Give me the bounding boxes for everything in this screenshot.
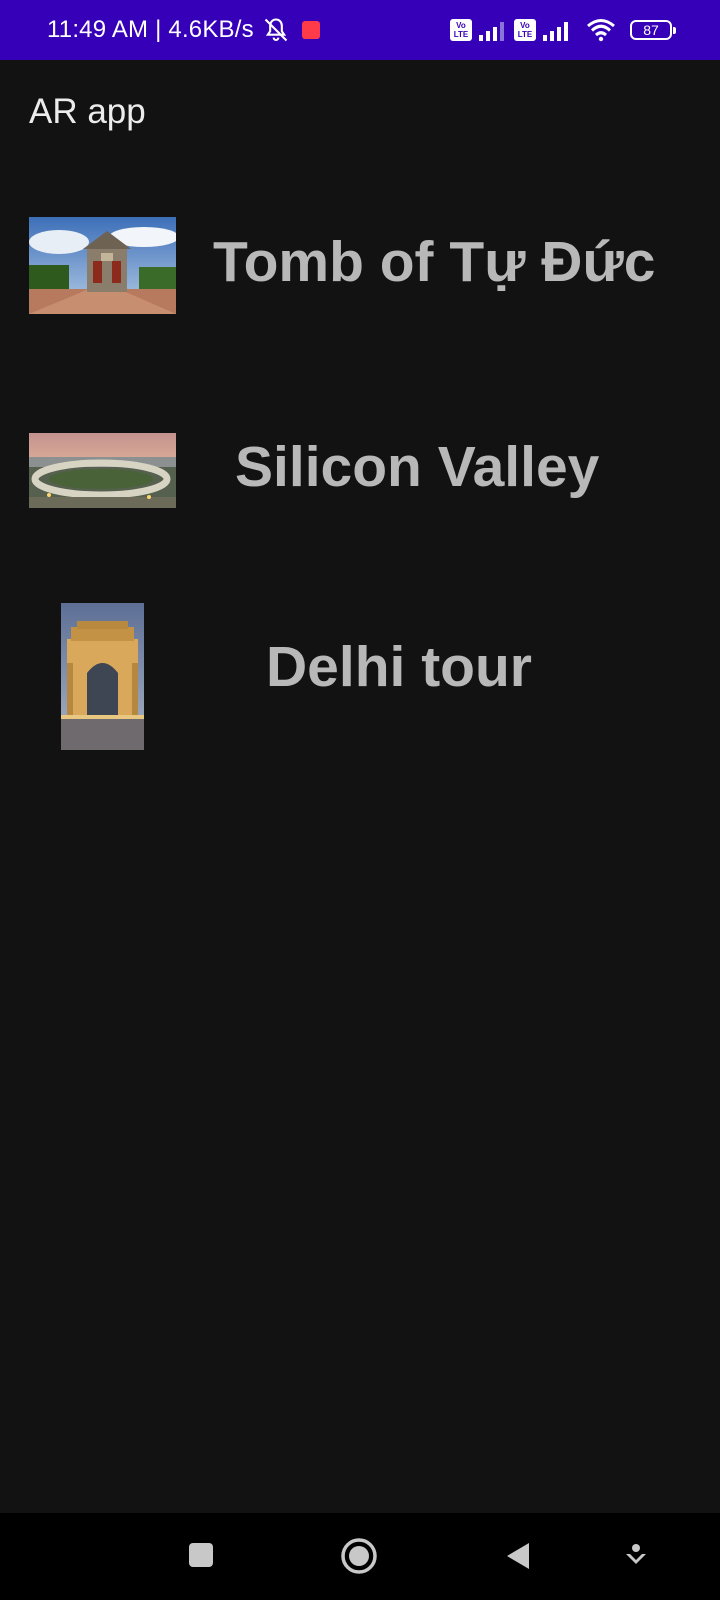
navigation-bar bbox=[0, 1513, 720, 1600]
india-gate-thumbnail bbox=[61, 603, 144, 750]
time-and-speed: 11:49 AM | 4.6KB/s bbox=[47, 16, 254, 43]
status-right: Vo LTE Vo LTE 87 bbox=[450, 0, 676, 60]
list-item[interactable]: Delhi tour bbox=[0, 590, 720, 750]
battery-level: 87 bbox=[643, 22, 659, 38]
volte-lte: LTE bbox=[453, 30, 469, 39]
silicon-valley-thumbnail bbox=[29, 433, 176, 508]
volte-icon: Vo LTE bbox=[450, 19, 472, 41]
app-title: AR app bbox=[29, 92, 146, 131]
status-bar: 11:49 AM | 4.6KB/s Vo LTE Vo LTE 87 bbox=[0, 0, 720, 60]
volte-vo: Vo bbox=[456, 21, 466, 30]
bell-off-icon bbox=[264, 18, 288, 42]
assistant-icon[interactable] bbox=[624, 1542, 648, 1570]
battery-icon: 87 bbox=[630, 20, 676, 40]
home-circle-icon[interactable] bbox=[340, 1537, 378, 1575]
list-item[interactable]: Tomb of Tự Đức bbox=[0, 205, 720, 325]
item-label: Tomb of Tự Đức bbox=[213, 230, 656, 294]
item-label: Silicon Valley bbox=[235, 435, 600, 499]
volte-icon: Vo LTE bbox=[514, 19, 536, 41]
list-item[interactable]: Silicon Valley bbox=[0, 420, 720, 520]
item-label: Delhi tour bbox=[266, 635, 532, 699]
notification-badge-icon bbox=[301, 21, 320, 39]
back-triangle-icon[interactable] bbox=[505, 1541, 531, 1571]
volte-vo: Vo bbox=[520, 21, 530, 30]
volte-lte: LTE bbox=[517, 30, 533, 39]
status-left: 11:49 AM | 4.6KB/s bbox=[47, 0, 320, 60]
signal-icon bbox=[543, 22, 568, 41]
signal-icon bbox=[479, 22, 504, 41]
wifi-icon bbox=[587, 19, 615, 42]
recents-square-icon[interactable] bbox=[188, 1542, 214, 1568]
tomb-thumbnail bbox=[29, 217, 176, 314]
